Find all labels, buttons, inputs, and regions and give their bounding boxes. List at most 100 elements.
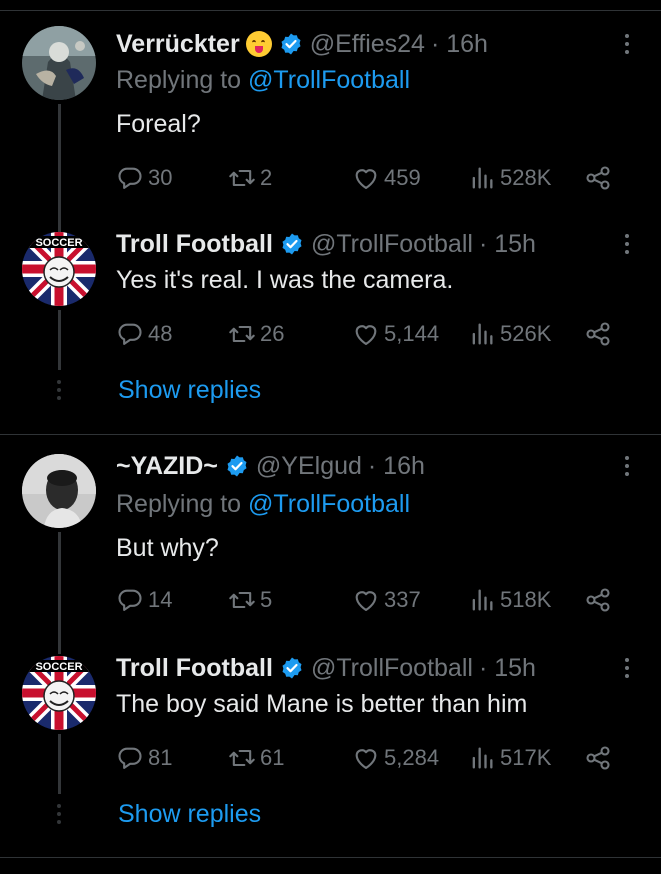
tweet-text: But why? (116, 534, 219, 562)
replying-to-label: Replying to (116, 66, 242, 94)
like-button[interactable]: 5,144 (352, 316, 439, 352)
like-count: 459 (384, 165, 421, 190)
repost-button[interactable]: 26 (228, 316, 284, 352)
views-icon (468, 164, 496, 192)
reply-button[interactable]: 14 (116, 582, 172, 618)
timestamp[interactable]: · 16h (431, 30, 488, 59)
share-button[interactable] (584, 316, 616, 352)
views-count: 518K (500, 587, 552, 612)
timestamp[interactable]: · 16h (368, 452, 425, 481)
replying-to: Replying to @TrollFootball (116, 490, 410, 519)
tweet-text: The boy said Mane is better than him (116, 690, 528, 718)
share-button[interactable] (584, 160, 616, 196)
reply-button[interactable]: 48 (116, 316, 172, 352)
share-button[interactable] (584, 582, 616, 618)
author-handle[interactable]: @TrollFootball (311, 654, 473, 683)
verified-badge-icon[interactable] (280, 656, 304, 680)
tweet-divider (0, 857, 661, 858)
reply-icon (116, 164, 144, 192)
author-name[interactable]: Troll Football (116, 230, 273, 259)
views-button[interactable]: 526K (468, 316, 551, 352)
replying-to-handle-link[interactable]: @TrollFootball (248, 490, 410, 518)
thread-line (58, 532, 61, 652)
author-handle[interactable]: @Effies24 (310, 30, 425, 59)
thread-line (58, 636, 61, 654)
reply-button[interactable]: 30 (116, 160, 172, 196)
thread-line (58, 310, 61, 370)
author-name[interactable]: ~YAZID~ (116, 452, 218, 481)
timestamp[interactable]: · 15h (479, 230, 536, 259)
repost-icon (228, 744, 256, 772)
face-savoring-food-emoji (245, 31, 272, 57)
avatar-verruckter[interactable] (22, 26, 96, 100)
like-button[interactable]: 5,284 (352, 740, 439, 776)
avatar-logo-text: SOCCER (35, 661, 82, 673)
more-options-icon[interactable] (612, 448, 642, 484)
avatar-trollfootball[interactable]: SOCCER (22, 656, 96, 730)
repost-icon (228, 164, 256, 192)
repost-button[interactable]: 2 (228, 160, 272, 196)
views-icon (468, 320, 496, 348)
author-name[interactable]: Troll Football (116, 654, 273, 683)
avatar-logo-text: SOCCER (35, 237, 82, 249)
show-replies-link[interactable]: Show replies (118, 376, 261, 405)
thread-line (58, 104, 61, 224)
tweet-verruckter[interactable]: Verrückter @Effies24 · 16h Replying to @… (0, 0, 661, 224)
author-name[interactable]: Verrückter (116, 30, 240, 59)
share-icon (584, 586, 612, 614)
repost-button[interactable]: 5 (228, 582, 272, 618)
thread-line (58, 734, 61, 794)
thread-dots (56, 380, 62, 404)
like-icon (352, 164, 380, 192)
timestamp[interactable]: · 15h (479, 654, 536, 683)
like-button[interactable]: 459 (352, 160, 421, 196)
share-icon (584, 164, 612, 192)
reply-count: 81 (148, 745, 173, 770)
tweet-actions: 48 26 5,144 526K (116, 316, 626, 352)
verified-badge-icon[interactable] (279, 32, 303, 56)
share-icon (584, 744, 612, 772)
author-handle[interactable]: @TrollFootball (311, 230, 473, 259)
views-icon (468, 744, 496, 772)
views-count: 526K (500, 321, 552, 346)
tweet-yazid[interactable]: ~YAZID~ @YElgud · 16h Replying to @Troll… (0, 434, 661, 652)
replying-to-handle-link[interactable]: @TrollFootball (248, 66, 410, 94)
author-handle[interactable]: @YElgud (256, 452, 362, 481)
share-button[interactable] (584, 740, 616, 776)
like-icon (352, 320, 380, 348)
tweet-trollfootball-1[interactable]: SOCCER Troll Football @TrollFootball · 1… (0, 212, 661, 380)
views-button[interactable]: 528K (468, 160, 551, 196)
repost-icon (228, 320, 256, 348)
reply-icon (116, 586, 144, 614)
repost-icon (228, 586, 256, 614)
repost-button[interactable]: 61 (228, 740, 284, 776)
views-button[interactable]: 517K (468, 740, 551, 776)
like-button[interactable]: 337 (352, 582, 421, 618)
replying-to: Replying to @TrollFootball (116, 66, 410, 95)
more-options-icon[interactable] (612, 226, 642, 262)
views-count: 517K (500, 745, 552, 770)
tweet-actions: 30 2 459 528K (116, 160, 626, 196)
thread-dots (56, 804, 62, 828)
repost-count: 5 (260, 587, 273, 612)
share-icon (584, 320, 612, 348)
views-button[interactable]: 518K (468, 582, 551, 618)
avatar-yazid[interactable] (22, 454, 96, 528)
views-icon (468, 586, 496, 614)
more-options-icon[interactable] (612, 26, 642, 62)
show-replies-link[interactable]: Show replies (118, 800, 261, 829)
tweet-text: Yes it's real. I was the camera. (116, 266, 454, 294)
avatar-trollfootball[interactable]: SOCCER (22, 232, 96, 306)
reply-button[interactable]: 81 (116, 740, 172, 776)
reply-count: 14 (148, 587, 173, 612)
tweet-trollfootball-2[interactable]: SOCCER Troll Football @TrollFootball · 1… (0, 636, 661, 804)
verified-badge-icon[interactable] (280, 232, 304, 256)
like-count: 5,144 (384, 321, 440, 346)
repost-count: 2 (260, 165, 273, 190)
verified-badge-icon[interactable] (225, 454, 249, 478)
tweet-actions: 14 5 337 518K (116, 582, 626, 618)
like-count: 337 (384, 587, 421, 612)
more-options-icon[interactable] (612, 650, 642, 686)
repost-count: 61 (260, 745, 285, 770)
reply-count: 48 (148, 321, 173, 346)
